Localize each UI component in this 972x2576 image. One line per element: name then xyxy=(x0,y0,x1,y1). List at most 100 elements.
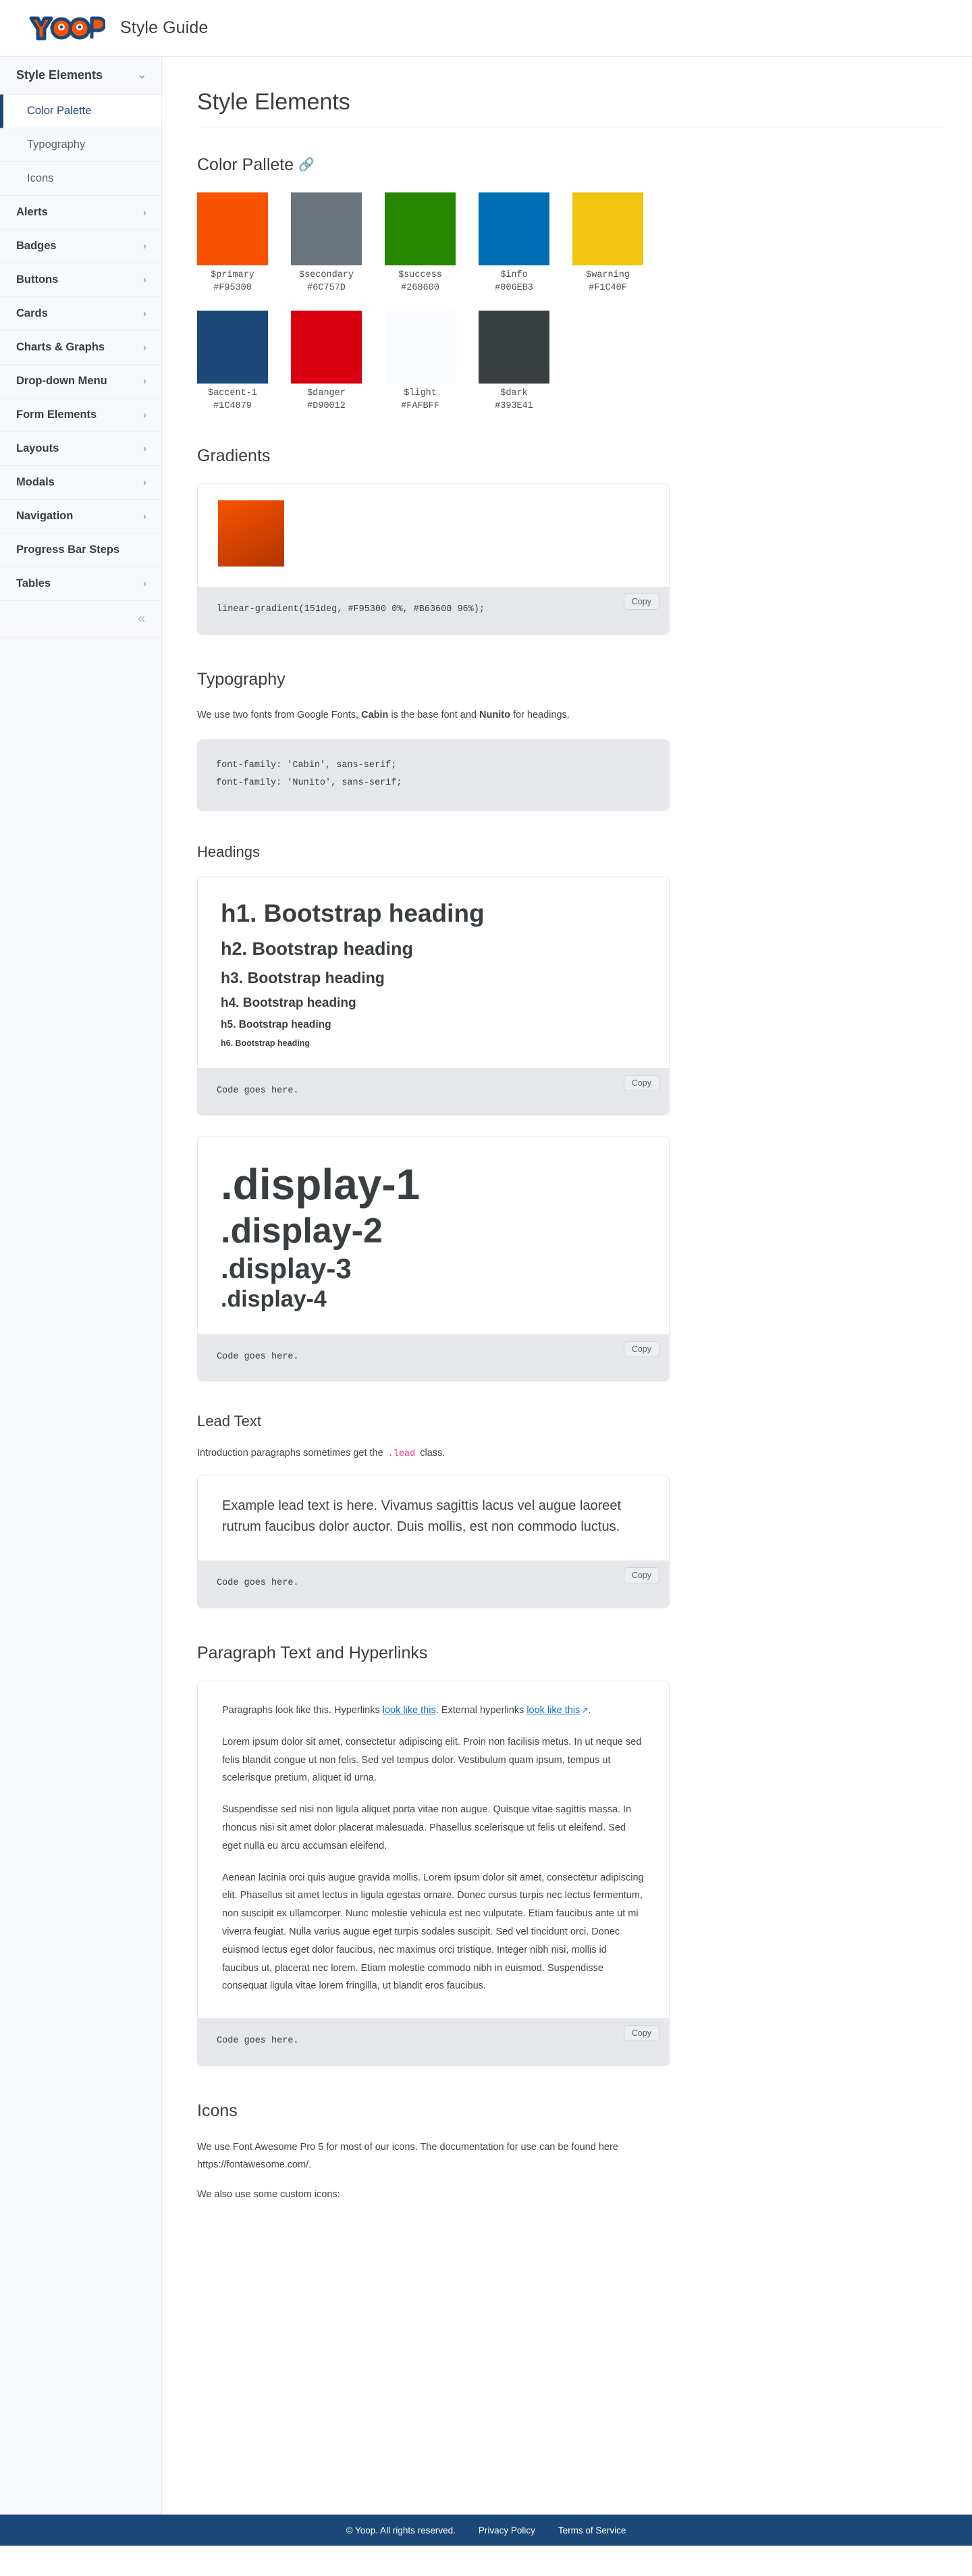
lead-text-preview-area: Example lead text is here. Vivamus sagit… xyxy=(198,1475,669,1561)
copy-button[interactable]: Copy xyxy=(623,1340,659,1357)
display-sample-4: .display-4 xyxy=(221,1286,327,1312)
color-swatch-danger[interactable]: $danger #D90012 xyxy=(291,311,362,411)
sidebar-item-label: Form Elements xyxy=(16,409,97,421)
sidebar-item-drop-down-menu[interactable]: Drop-down Menu › xyxy=(0,365,161,398)
code-line-1: font-family: 'Cabin', sans-serif; xyxy=(216,760,397,771)
chevron-right-icon: › xyxy=(143,207,146,218)
color-name: $success xyxy=(398,270,442,280)
sidebar-collapse-button[interactable]: « xyxy=(0,601,161,638)
color-name: $accent-1 xyxy=(208,388,257,398)
color-hex: #268600 xyxy=(401,283,439,293)
gradient-chip xyxy=(218,500,284,567)
chevron-right-icon: › xyxy=(143,342,146,353)
paragraph-preview-area: Paragraphs look like this. Hyperlinks lo… xyxy=(198,1681,669,2019)
color-swatch-info[interactable]: $info #006EB3 xyxy=(479,192,549,293)
code-text: Code goes here. xyxy=(217,1085,299,1096)
external-hyperlink[interactable]: look like this xyxy=(526,1705,580,1716)
sidebar-item-navigation[interactable]: Navigation › xyxy=(0,500,161,533)
brand-logo[interactable]: Style Guide xyxy=(24,11,208,45)
color-hex: #393E41 xyxy=(495,401,533,411)
sidebar-item-alerts[interactable]: Alerts › xyxy=(0,196,161,230)
footer-copyright: © Yoop. All rights reserved. xyxy=(346,2525,456,2535)
sidebar-item-progress-bar-steps[interactable]: Progress Bar Steps xyxy=(0,533,161,567)
internal-hyperlink[interactable]: look like this xyxy=(383,1705,436,1716)
color-swatch-row-2: $accent-1 #1C4879 $danger #D90012 $light… xyxy=(197,311,972,411)
color-swatch-light[interactable]: $light #FAFBFF xyxy=(385,311,456,411)
sidebar-item-badges[interactable]: Badges › xyxy=(0,230,161,263)
sidebar: Style Elements ⌄ Color Palette Typograph… xyxy=(0,57,162,2515)
chevron-right-icon: › xyxy=(143,510,146,522)
chevron-right-icon: › xyxy=(143,274,146,286)
color-chip xyxy=(572,192,643,265)
main-content: Style Elements Color Pallete 🔗 $primary #… xyxy=(162,57,972,2515)
color-swatch-accent-1[interactable]: $accent-1 #1C4879 xyxy=(197,311,268,411)
typography-note-b: is the base font and xyxy=(388,709,480,720)
page-title: Style Elements xyxy=(197,89,946,128)
sidebar-item-icons[interactable]: Icons xyxy=(0,162,161,196)
chevron-right-icon: › xyxy=(143,578,146,589)
color-name: $warning xyxy=(586,270,630,280)
paragraph-code-footer: Copy Code goes here. xyxy=(198,2018,669,2066)
sidebar-item-label: Typography xyxy=(27,138,86,151)
color-name: $primary xyxy=(211,270,254,280)
chevron-right-icon: › xyxy=(143,477,146,488)
sidebar-item-modals[interactable]: Modals › xyxy=(0,466,161,500)
gradient-code-footer: Copy linear-gradient(151deg, #F95300 0%,… xyxy=(198,587,669,634)
display-sample-3: .display-3 xyxy=(221,1253,352,1285)
color-chip xyxy=(291,311,362,384)
color-name: $secondary xyxy=(298,270,354,280)
sidebar-item-label: Tables xyxy=(16,577,51,589)
copy-button[interactable]: Copy xyxy=(623,2025,659,2042)
lead-class-code: .lead xyxy=(387,1449,416,1460)
link-icon[interactable]: 🔗 xyxy=(298,158,315,172)
headings-demo-card: h1. Bootstrap heading h2. Bootstrap head… xyxy=(197,875,670,1116)
sidebar-item-charts-graphs[interactable]: Charts & Graphs › xyxy=(0,331,161,365)
section-heading-color-palette: Color Pallete 🔗 xyxy=(197,155,972,175)
color-swatch-primary[interactable]: $primary #F95300 xyxy=(197,192,268,293)
app-subtitle: Style Guide xyxy=(120,18,209,37)
chevron-right-icon: › xyxy=(143,308,146,319)
sidebar-group-label: Style Elements xyxy=(16,68,103,82)
sidebar-item-form-elements[interactable]: Form Elements › xyxy=(0,398,161,432)
color-swatch-secondary[interactable]: $secondary #6C757D xyxy=(291,192,362,293)
footer-link-terms-of-service[interactable]: Terms of Service xyxy=(558,2525,626,2535)
typography-font-base: Cabin xyxy=(361,709,389,720)
color-hex: #FAFBFF xyxy=(401,401,439,411)
sidebar-item-color-palette[interactable]: Color Palette xyxy=(0,95,161,128)
sidebar-item-cards[interactable]: Cards › xyxy=(0,297,161,331)
typography-note-a: We use two fonts from Google Fonts, xyxy=(197,709,362,720)
sidebar-item-tables[interactable]: Tables › xyxy=(0,567,161,601)
color-swatch-success[interactable]: $success #268600 xyxy=(385,192,456,293)
section-heading-headings: Headings xyxy=(197,843,260,860)
color-chip xyxy=(479,311,549,384)
sidebar-item-label: Charts & Graphs xyxy=(16,341,105,353)
app-header: Style Guide xyxy=(0,0,972,57)
heading-sample-h1: h1. Bootstrap heading xyxy=(221,899,485,927)
chevron-double-left-icon: « xyxy=(138,612,145,626)
copy-button[interactable]: Copy xyxy=(623,1567,659,1584)
lead-note-b: class. xyxy=(417,1448,446,1459)
code-text: Code goes here. xyxy=(217,2036,299,2047)
lead-text-note: Introduction paragraphs sometimes get th… xyxy=(197,1445,670,1463)
color-swatch-row-1: $primary #F95300 $secondary #6C757D $suc… xyxy=(197,192,972,293)
lead-text-demo-card: Example lead text is here. Vivamus sagit… xyxy=(197,1475,670,1608)
footer-link-privacy-policy[interactable]: Privacy Policy xyxy=(479,2525,535,2535)
chevron-right-icon: › xyxy=(143,409,146,421)
sidebar-item-buttons[interactable]: Buttons › xyxy=(0,263,161,297)
sidebar-item-layouts[interactable]: Layouts › xyxy=(0,432,161,466)
sidebar-group-style-elements[interactable]: Style Elements ⌄ xyxy=(0,57,161,95)
sidebar-item-typography[interactable]: Typography xyxy=(0,128,161,162)
code-text: Code goes here. xyxy=(217,1351,299,1362)
page-footer: © Yoop. All rights reserved. Privacy Pol… xyxy=(0,2515,972,2546)
color-palette-heading-text: Color Pallete xyxy=(197,155,294,174)
copy-button[interactable]: Copy xyxy=(623,594,659,610)
color-swatch-warning[interactable]: $warning #F1C40F xyxy=(572,192,643,293)
intro-text-a: Paragraphs look like this. Hyperlinks xyxy=(222,1704,383,1716)
section-heading-icons: Icons xyxy=(197,2101,238,2120)
color-swatch-dark[interactable]: $dark #393E41 xyxy=(479,311,549,411)
lead-note-a: Introduction paragraphs sometimes get th… xyxy=(197,1448,386,1459)
paragraph-3: Aenean lacinia orci quis augue gravida m… xyxy=(222,1872,644,1992)
copy-button[interactable]: Copy xyxy=(623,1074,659,1091)
heading-sample-h6: h6. Bootstrap heading xyxy=(221,1038,310,1048)
sidebar-item-label: Cards xyxy=(16,307,48,319)
